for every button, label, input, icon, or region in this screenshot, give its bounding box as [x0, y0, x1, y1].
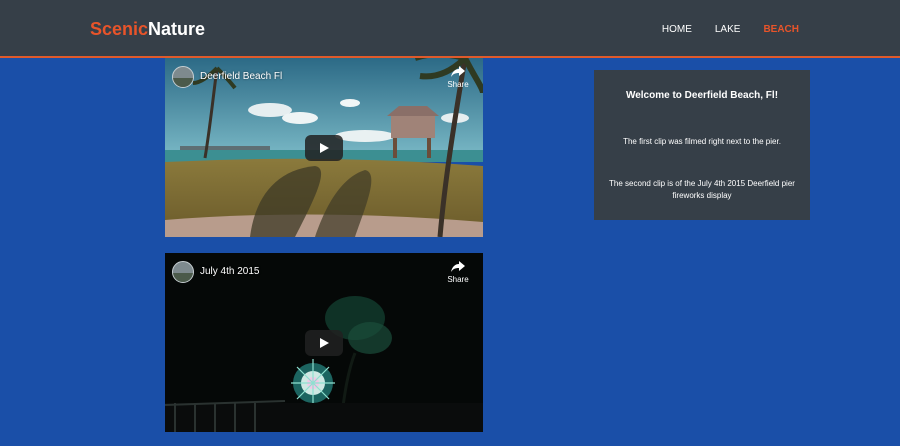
- nav-home[interactable]: HOME: [662, 24, 692, 35]
- brand-logo[interactable]: ScenicNature: [90, 19, 205, 40]
- main-nav: HOME LAKE BEACH: [662, 24, 799, 35]
- channel-avatar[interactable]: [172, 66, 194, 88]
- brand-rest: Nature: [148, 19, 206, 39]
- panel-paragraph-2: The second clip is of the July 4th 2015 …: [609, 179, 795, 200]
- share-label: Share: [447, 80, 469, 89]
- video-player-beach[interactable]: Deerfield Beach Fl Share: [165, 58, 483, 237]
- panel-heading: Welcome to Deerfield Beach, Fl!: [625, 90, 779, 101]
- play-button[interactable]: [305, 330, 343, 356]
- channel-avatar[interactable]: [172, 261, 194, 283]
- share-button[interactable]: Share: [447, 261, 469, 284]
- nav-lake[interactable]: LAKE: [715, 24, 741, 35]
- nav-beach[interactable]: BEACH: [763, 24, 799, 35]
- navbar: ScenicNature HOME LAKE BEACH: [0, 0, 900, 58]
- panel-paragraph-1: The first clip was filmed right next to …: [623, 137, 781, 146]
- video-title[interactable]: July 4th 2015: [200, 266, 260, 277]
- play-button[interactable]: [305, 135, 343, 161]
- share-icon: [451, 261, 465, 272]
- video-title[interactable]: Deerfield Beach Fl: [200, 71, 282, 82]
- share-button[interactable]: Share: [447, 66, 469, 89]
- info-panel: Welcome to Deerfield Beach, Fl! The firs…: [594, 70, 810, 220]
- video-player-fireworks[interactable]: July 4th 2015 Share: [165, 253, 483, 432]
- share-label: Share: [447, 275, 469, 284]
- share-icon: [451, 66, 465, 77]
- brand-accent: Scenic: [90, 19, 149, 39]
